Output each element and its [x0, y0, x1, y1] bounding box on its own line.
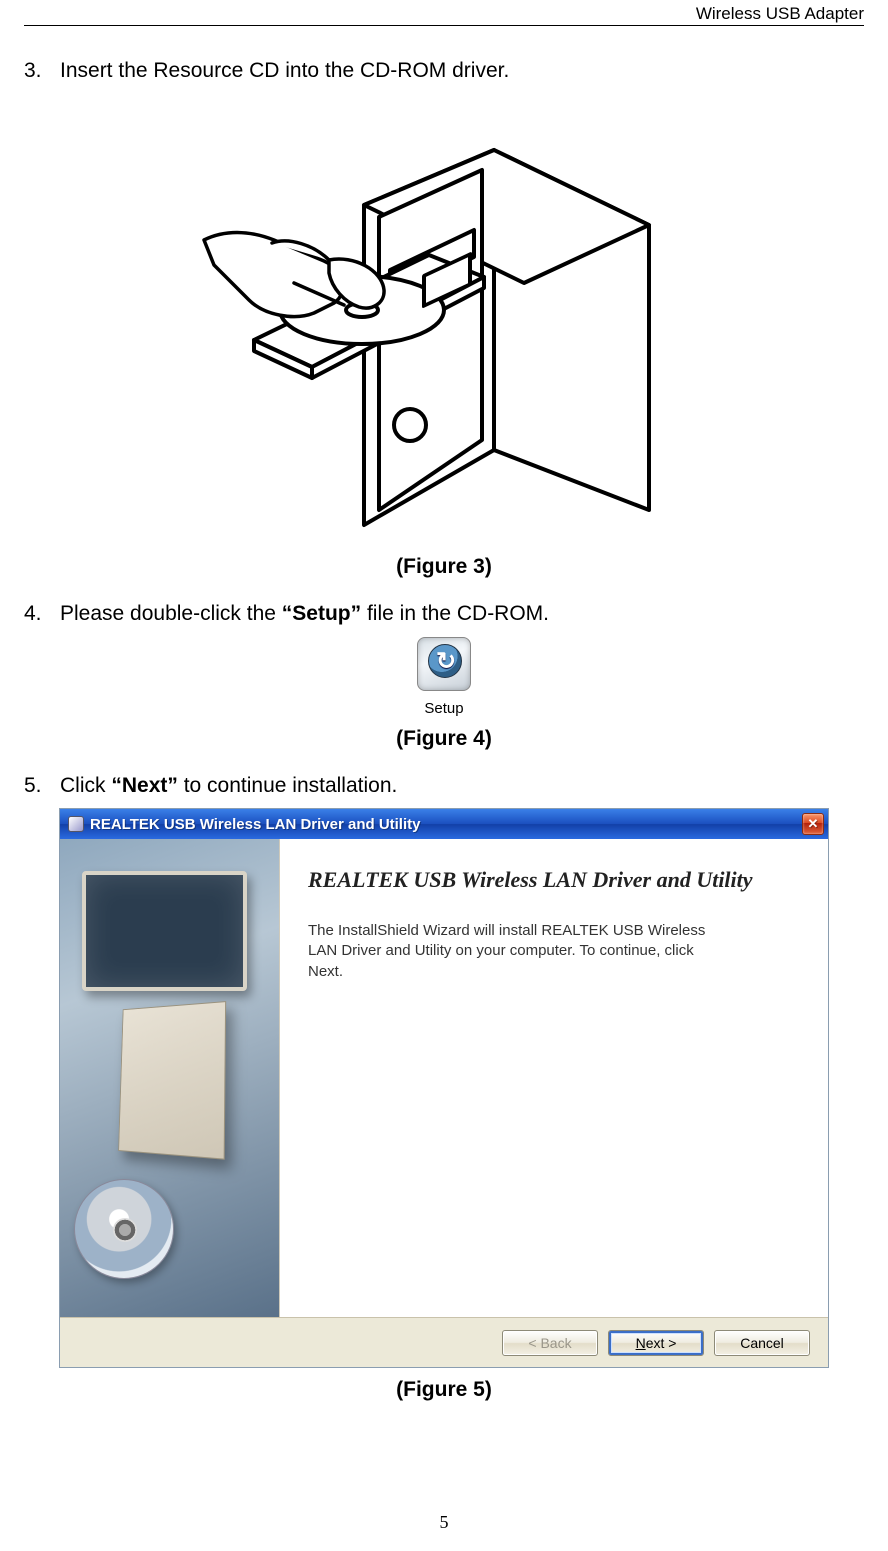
header-rule — [24, 25, 864, 26]
setup-icon-label: Setup — [24, 700, 864, 717]
installer-title: REALTEK USB Wireless LAN Driver and Util… — [90, 816, 420, 833]
page-number: 5 — [0, 1512, 888, 1533]
figure-4-caption: (Figure 4) — [24, 727, 864, 751]
step-4-pre: Please double-click the — [60, 602, 282, 625]
step-4-text: Please double-click the “Setup” file in … — [60, 599, 864, 628]
installer-titlebar: REALTEK USB Wireless LAN Driver and Util… — [60, 809, 828, 839]
step-4-bold: “Setup” — [282, 602, 361, 625]
step-5: 5. Click “Next” to continue installation… — [24, 771, 864, 800]
monitor-icon — [82, 871, 247, 991]
back-button: < Back — [502, 1330, 598, 1356]
next-button[interactable]: Next > — [608, 1330, 704, 1356]
software-box-icon — [118, 1001, 226, 1160]
window-icon — [68, 816, 84, 832]
step-5-number: 5. — [24, 771, 60, 800]
running-header: Wireless USB Adapter — [696, 4, 864, 24]
next-button-rest: ext > — [646, 1335, 677, 1351]
step-5-pre: Click — [60, 774, 111, 797]
figure-4-illustration: Setup — [24, 637, 864, 717]
installer-button-row: < Back Next > Cancel — [60, 1317, 828, 1367]
step-4-number: 4. — [24, 599, 60, 628]
figure-5-caption: (Figure 5) — [24, 1378, 864, 1402]
close-icon[interactable]: ✕ — [802, 813, 824, 835]
installer-body-text: The InstallShield Wizard will install RE… — [308, 921, 728, 982]
step-3: 3. Insert the Resource CD into the CD-RO… — [24, 56, 864, 85]
installer-main-panel: REALTEK USB Wireless LAN Driver and Util… — [280, 839, 828, 1317]
step-3-number: 3. — [24, 56, 60, 85]
step-5-text: Click “Next” to continue installation. — [60, 771, 864, 800]
step-3-text: Insert the Resource CD into the CD-ROM d… — [60, 56, 864, 85]
installer-side-image — [60, 839, 280, 1317]
step-4: 4. Please double-click the “Setup” file … — [24, 599, 864, 628]
figure-3-illustration — [194, 95, 694, 545]
step-5-bold: “Next” — [111, 774, 178, 797]
figure-3-caption: (Figure 3) — [24, 555, 864, 579]
installer-heading: REALTEK USB Wireless LAN Driver and Util… — [308, 867, 796, 893]
step-5-post: to continue installation. — [178, 774, 397, 797]
step-4-post: file in the CD-ROM. — [361, 602, 549, 625]
installer-icon — [417, 637, 471, 691]
cd-icon — [74, 1179, 174, 1279]
cancel-button[interactable]: Cancel — [714, 1330, 810, 1356]
installer-window: REALTEK USB Wireless LAN Driver and Util… — [59, 808, 829, 1368]
